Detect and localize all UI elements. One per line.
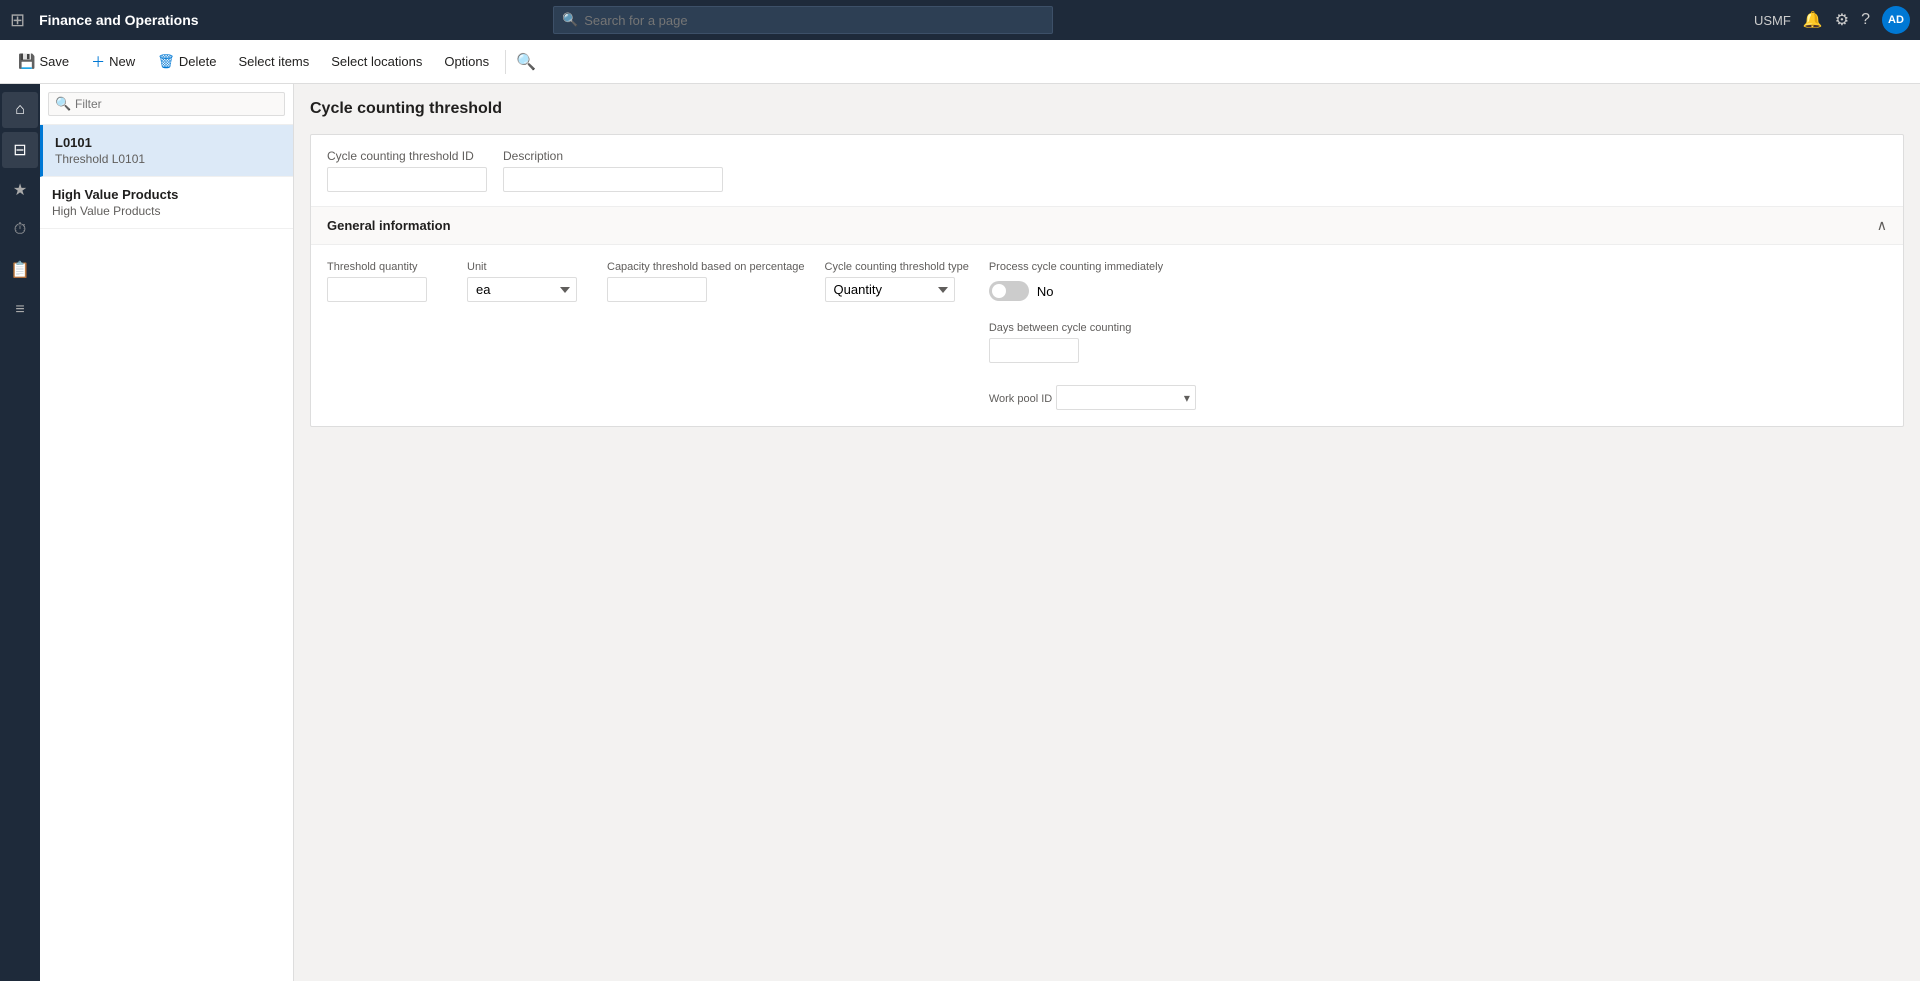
collapse-icon: ∧ — [1877, 217, 1887, 234]
page-title: Cycle counting threshold — [310, 100, 1904, 118]
user-label: USMF — [1754, 13, 1791, 28]
general-info-header[interactable]: General information ∧ — [311, 207, 1903, 245]
work-pool-id-input[interactable]: CycleCount — [1056, 385, 1196, 410]
app-title: Finance and Operations — [39, 12, 198, 28]
unit-group: Unit ea each pcs — [467, 261, 587, 302]
command-bar: 💾 Save ＋ New 🗑 Delete Select items Selec… — [0, 40, 1920, 84]
general-info-title: General information — [327, 218, 451, 233]
filter-bar: 🔍 — [40, 84, 293, 125]
app-grid-icon[interactable]: ⊞ — [10, 10, 25, 31]
toggle-slider — [989, 281, 1029, 301]
save-icon: 💾 — [18, 53, 35, 70]
filter-input[interactable] — [48, 92, 285, 116]
separator — [505, 50, 506, 74]
top-navigation: ⊞ Finance and Operations 🔍 USMF 🔔 ⚙ ? AD — [0, 0, 1920, 40]
threshold-quantity-group: Threshold quantity 2.00 — [327, 261, 447, 302]
process-immediately-toggle[interactable] — [989, 281, 1029, 301]
form-section: Cycle counting threshold ID L0101 Descri… — [310, 134, 1904, 427]
description-label: Description — [503, 149, 723, 163]
capacity-threshold-group: Capacity threshold based on percentage 0… — [607, 261, 805, 302]
work-pool-group: Work pool ID CycleCount ▾ — [989, 381, 1196, 410]
help-icon[interactable]: ? — [1861, 11, 1870, 29]
sidebar-favorites-icon[interactable]: ★ — [2, 172, 38, 208]
list-items: L0101 Threshold L0101 High Value Product… — [40, 125, 293, 981]
select-items-button[interactable]: Select items — [228, 48, 319, 75]
sidebar-home-icon[interactable]: ⌂ — [2, 92, 38, 128]
search-input[interactable] — [584, 13, 1044, 28]
sidebar-filter-icon[interactable]: ⊟ — [2, 132, 38, 168]
select-locations-label: Select locations — [331, 54, 422, 69]
cycle-counting-type-select[interactable]: Quantity Percentage — [825, 277, 955, 302]
threshold-quantity-input[interactable]: 2.00 — [327, 277, 427, 302]
threshold-id-input[interactable]: L0101 — [327, 167, 487, 192]
new-button[interactable]: ＋ New — [81, 46, 145, 78]
cycle-counting-type-label: Cycle counting threshold type — [825, 261, 969, 273]
search-box[interactable]: 🔍 — [553, 6, 1053, 34]
days-between-label: Days between cycle counting — [989, 322, 1131, 334]
delete-label: Delete — [179, 54, 217, 69]
form-top-fields: Cycle counting threshold ID L0101 Descri… — [311, 135, 1903, 207]
sidebar-workspaces-icon[interactable]: 📋 — [2, 252, 38, 288]
cycle-counting-type-group: Cycle counting threshold type Quantity P… — [825, 261, 969, 302]
days-between-input[interactable]: 0 — [989, 338, 1079, 363]
settings-icon[interactable]: ⚙ — [1835, 10, 1849, 30]
threshold-id-field: Cycle counting threshold ID L0101 — [327, 149, 487, 192]
options-label: Options — [444, 54, 489, 69]
sidebar-recent-icon[interactable]: ⏱ — [2, 212, 38, 248]
delete-icon: 🗑 — [157, 53, 175, 70]
cmd-search-icon[interactable]: 🔍 — [516, 52, 536, 72]
main-content: Cycle counting threshold Cycle counting … — [294, 84, 1920, 981]
unit-label: Unit — [467, 261, 587, 273]
list-item-hvp[interactable]: High Value Products High Value Products — [40, 177, 293, 229]
list-item-sub-hvp: High Value Products — [52, 204, 281, 218]
process-cycle-group: Process cycle counting immediately No Da… — [989, 261, 1196, 410]
work-pool-id-label: Work pool ID — [989, 393, 1052, 405]
left-sidebar: ⌂ ⊟ ★ ⏱ 📋 ≡ — [0, 84, 40, 981]
avatar[interactable]: AD — [1882, 6, 1910, 34]
list-item-sub-l0101: Threshold L0101 — [55, 152, 281, 166]
options-button[interactable]: Options — [434, 48, 499, 75]
search-icon: 🔍 — [562, 12, 578, 28]
unit-select[interactable]: ea each pcs — [467, 277, 577, 302]
new-icon: ＋ — [91, 52, 105, 72]
list-panel: 🔍 L0101 Threshold L0101 High Value Produ… — [40, 84, 294, 981]
description-field: Description Threshold L0101 — [503, 149, 723, 192]
days-between-group: Days between cycle counting 0 — [989, 319, 1196, 363]
delete-button[interactable]: 🗑 Delete — [147, 47, 226, 76]
general-info-fields: Threshold quantity 2.00 Unit ea each pcs… — [311, 245, 1903, 426]
process-immediately-toggle-wrap: No — [989, 281, 1196, 301]
capacity-threshold-label: Capacity threshold based on percentage — [607, 261, 805, 273]
nav-right: USMF 🔔 ⚙ ? AD — [1754, 6, 1910, 34]
save-button[interactable]: 💾 Save — [8, 47, 79, 76]
description-input[interactable]: Threshold L0101 — [503, 167, 723, 192]
capacity-threshold-input[interactable]: 0.00 — [607, 277, 707, 302]
sidebar-modules-icon[interactable]: ≡ — [2, 292, 38, 328]
list-item-title-hvp: High Value Products — [52, 187, 281, 202]
save-label: Save — [39, 54, 69, 69]
list-item-l0101[interactable]: L0101 Threshold L0101 — [40, 125, 293, 177]
select-locations-button[interactable]: Select locations — [321, 48, 432, 75]
select-items-label: Select items — [238, 54, 309, 69]
process-immediately-text: No — [1037, 284, 1054, 299]
notification-icon[interactable]: 🔔 — [1803, 10, 1823, 30]
list-item-title-l0101: L0101 — [55, 135, 281, 150]
process-immediately-label: Process cycle counting immediately — [989, 261, 1196, 273]
threshold-id-label: Cycle counting threshold ID — [327, 149, 487, 163]
threshold-quantity-label: Threshold quantity — [327, 261, 447, 273]
new-label: New — [109, 54, 135, 69]
filter-icon: 🔍 — [55, 96, 71, 112]
